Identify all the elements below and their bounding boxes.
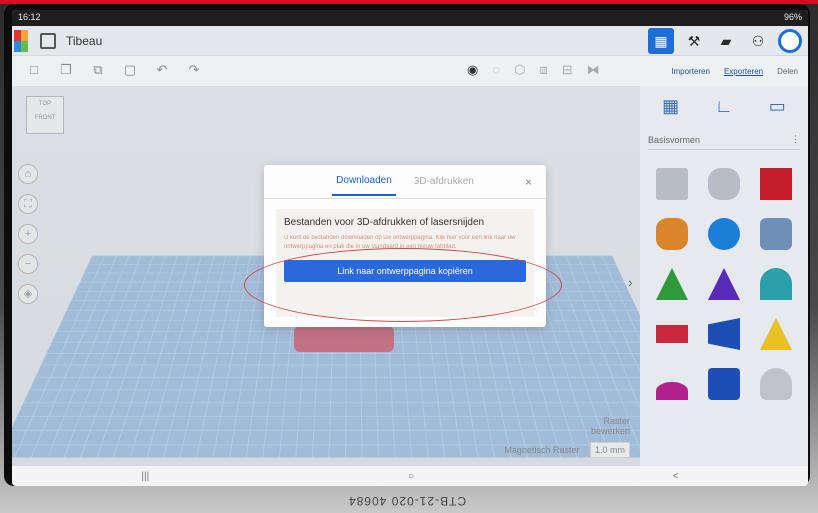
back-icon[interactable]: < [673, 471, 679, 482]
redo-icon[interactable]: ↷ [184, 62, 204, 80]
grid-view-icon[interactable]: ▦ [648, 28, 674, 54]
half-sphere-shape[interactable] [656, 382, 688, 400]
design-title[interactable]: Tibeau [66, 34, 102, 48]
pyramid-shape[interactable] [760, 318, 792, 350]
paste-icon[interactable]: ⧉ [88, 62, 108, 80]
new-icon[interactable]: □ [24, 62, 44, 80]
shape-category-dropdown[interactable]: Basisvormen ⋮ [648, 130, 800, 150]
recent-apps-icon[interactable]: ||| [141, 471, 149, 482]
sphere-shape[interactable] [708, 218, 740, 250]
cylinder-shape[interactable] [656, 218, 688, 250]
text-shape[interactable] [656, 325, 688, 343]
light-icon[interactable]: ◌ [492, 62, 500, 78]
scribble-shape[interactable] [760, 218, 792, 250]
avatar[interactable] [778, 29, 802, 53]
home-button-icon[interactable]: ○ [408, 471, 414, 482]
box-shape[interactable] [760, 168, 792, 200]
roof-shape[interactable] [656, 268, 688, 300]
mirror-icon[interactable]: ⧓ [587, 62, 600, 78]
design-icon[interactable] [40, 32, 56, 49]
copy-icon[interactable]: ❐ [56, 62, 76, 80]
tab-downloaden[interactable]: Downloaden [332, 167, 396, 196]
app-header: Tibeau ▦ ⚒ ▰ ⚇ [12, 26, 808, 56]
tinkercad-logo [14, 29, 28, 52]
android-navbar: ||| ○ < [12, 466, 808, 486]
delete-icon[interactable]: ▢ [120, 62, 140, 80]
status-bar: 16:12 96% [12, 10, 808, 26]
shape-category-label: Basisvormen [648, 134, 701, 145]
close-icon[interactable]: × [525, 175, 532, 189]
pickaxe-icon[interactable]: ⚒ [682, 29, 706, 53]
cylinder-hole-shape[interactable] [708, 168, 740, 200]
hexagon-shape[interactable] [708, 368, 740, 400]
tab-importeren[interactable]: Importeren [671, 67, 710, 76]
cone-shape[interactable] [708, 268, 740, 300]
dialog-heading: Bestanden voor 3D-afdrukken of lasersnij… [284, 217, 485, 228]
ruler-icon[interactable]: ∟ [712, 94, 736, 118]
view-icon[interactable]: ◉ [467, 62, 478, 78]
tab-exporteren[interactable]: Exporteren [724, 67, 763, 76]
annotation-ellipse [244, 248, 562, 322]
undo-icon[interactable]: ↶ [152, 62, 172, 80]
align-icon[interactable]: ⊟ [562, 62, 573, 78]
shapes-panel: ▦ ∟ ▭ Basisvormen ⋮ [640, 86, 808, 466]
box-hole-shape[interactable] [656, 168, 688, 200]
add-user-icon[interactable]: ⚇ [746, 29, 770, 53]
dropdown-icon: ⋮ [791, 134, 800, 144]
shape-icon[interactable]: ⬡ [514, 62, 525, 78]
polygon-shape[interactable] [708, 318, 740, 350]
tablet-device: 16:12 96% Tibeau ▦ ⚒ ▰ ⚇ □ ❐ ⧉ ▢ ↶ ↷ ◉ ◌… [4, 4, 810, 486]
asset-sticker: CTB-21-020 40684 [348, 494, 467, 508]
notes-icon[interactable]: ▭ [765, 94, 789, 118]
status-time: 16:12 [18, 12, 41, 22]
edit-toolbar: □ ❐ ⧉ ▢ ↶ ↷ ◉ ◌ ⬡ ⧈ ⊟ ⧓ Importeren Expor… [12, 56, 808, 86]
status-battery: 96% [783, 12, 802, 22]
tab-3d-afdrukken[interactable]: 3D-afdrukken [410, 168, 478, 195]
bricks-icon[interactable]: ▰ [714, 29, 738, 53]
workplane-icon[interactable]: ▦ [659, 94, 683, 118]
group-icon[interactable]: ⧈ [539, 62, 547, 78]
round-roof-shape[interactable] [760, 268, 792, 300]
tab-delen[interactable]: Delen [777, 67, 798, 76]
paraboloid-shape[interactable] [760, 368, 792, 400]
